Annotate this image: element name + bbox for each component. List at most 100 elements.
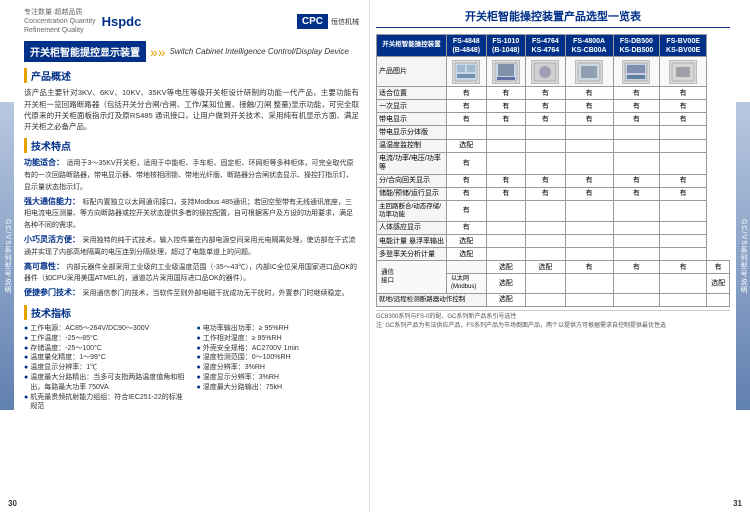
- row-human: 人体感应显示 有: [377, 221, 730, 234]
- header-model-4: FS-4800AKS-CB00A: [565, 35, 613, 57]
- val-en-4: [565, 235, 613, 248]
- specs-grid: ●工作电源：AC85～264V/DC90～300V ●工作温度：-25～85°C…: [24, 324, 359, 412]
- val-disp-6: 有: [660, 100, 707, 113]
- right-sidebar-text: GC/VS系列型号说明: [738, 219, 748, 294]
- feature-elec-split: 带电显示分体版: [377, 126, 447, 139]
- val-stor-1: 有: [447, 187, 487, 200]
- row-elec-split: 带电显示分体版: [377, 126, 730, 139]
- val-eth-3: [565, 274, 613, 294]
- footnote-area: GC8300系列与FS-0的配、GC系列新产品系引号选性 注: GC系列产品为有…: [376, 310, 730, 331]
- val-eth-1: 选配: [486, 274, 526, 294]
- val-mr-6: [660, 248, 707, 261]
- feature-ethernet: 以太网(Modbus): [447, 274, 487, 294]
- val-mc-3: [526, 201, 566, 222]
- feature-human: 人体感应显示: [377, 221, 447, 234]
- left-sidebar-text: GC/VS系列型号说明: [2, 219, 12, 294]
- val-disp-5: 有: [613, 100, 660, 113]
- spec-3: ●存储温度：-25～100°C: [24, 344, 187, 354]
- val-mc-5: [613, 201, 660, 222]
- page-number-left: 30: [8, 499, 17, 508]
- val-elec-4: 有: [565, 113, 613, 126]
- feature-elec-display: 带电显示: [377, 113, 447, 126]
- feature-humidity: 温湿度监控制: [377, 139, 447, 152]
- val-rem-4: [613, 293, 660, 306]
- feature-text-4: 内部元器件全部采用工业级的工业级温度范围（-35～43℃），内部IC全位采用国家…: [24, 264, 357, 283]
- brand-box: CPC: [297, 14, 328, 29]
- tech-features-heading: 技术特点: [24, 138, 359, 153]
- feature-energy: 电能计量 悬浮率输出: [377, 235, 447, 248]
- right-sidebar-decoration: GC/VS系列型号说明: [736, 102, 750, 409]
- row-power: 电流/功率/电压/功率等 有: [377, 152, 730, 174]
- header-model-5: FS-DB500KS-DB500: [613, 35, 660, 57]
- section-title-bar: 开关柜智能提控显示装置 »» Switch Cabinet Intelligen…: [24, 41, 359, 62]
- row-switch: 分/合向回关显示 有 有 有 有 有 有: [377, 174, 730, 187]
- val-split-5: [613, 126, 660, 139]
- val-rem-5: [660, 293, 707, 306]
- val-en-3: [526, 235, 566, 248]
- val-pow-1: 有: [447, 152, 487, 174]
- val-disp-1: 有: [447, 100, 487, 113]
- row-display: 一次显示 有 有 有 有 有 有: [377, 100, 730, 113]
- val-mr-2: [486, 248, 526, 261]
- val-eth-6: 选配: [707, 274, 730, 294]
- tech-feature-4: 高可靠性： 内部元器件全部采用工业级的工业级温度范围（-35～43℃），内部IC…: [24, 261, 359, 285]
- val-mr-4: [565, 248, 613, 261]
- val-en-1: 选配: [447, 235, 487, 248]
- val-hum-6: [660, 139, 707, 152]
- product-img-1: [447, 57, 487, 87]
- product-img-3: [526, 57, 566, 87]
- val-mc-1: 有: [447, 201, 487, 222]
- val-pow-4: [565, 152, 613, 174]
- page-number-right: 31: [733, 499, 742, 508]
- val-mc-6: [660, 201, 707, 222]
- val-split-4: [565, 126, 613, 139]
- product-overview-heading: 产品概述: [24, 68, 359, 83]
- val-rem-1: 选配: [486, 293, 526, 306]
- left-page: GC/VS系列型号说明 专注数量·超越品质 Concentration Quan…: [0, 0, 370, 512]
- val-h-5: [613, 221, 660, 234]
- spec-7: ●机壳最贵频抗射能力组组：符合IEC251-22的标准规范: [24, 393, 187, 413]
- feature-title-1: 功能适合：: [24, 158, 64, 167]
- row-storage: 储能/预储/运行显示 有 有 有 有 有 有: [377, 187, 730, 200]
- val-rs-4: 有: [613, 261, 660, 274]
- val-sw-6: 有: [660, 174, 707, 187]
- val-en-6: [660, 235, 707, 248]
- img-placeholder-4: [575, 60, 603, 84]
- row-main-circuit: 主回路断合/动态存储/功率功能 有: [377, 201, 730, 222]
- val-hum-3: [526, 139, 566, 152]
- val-split-1: [447, 126, 487, 139]
- tech-feature-2: 强大通信能力： 标配内置独立以太网通讯接口，支持Modbus 485通讯；若回空…: [24, 196, 359, 231]
- feature-display: 一次显示: [377, 100, 447, 113]
- tech-features-list: 功能适合： 适用于3～35KV开关柜，适用于中能柜、手车柜、固定柜、环网柜等多种…: [24, 157, 359, 299]
- val-sw-3: 有: [526, 174, 566, 187]
- spec-10: ●外壳安全规格：AC2700V 1min: [197, 344, 360, 354]
- brand-cn: 恒信机械: [331, 17, 359, 27]
- feature-text-1: 适用于3～35KV开关柜，适用于中能柜、手车柜、固定柜、环网柜等多种柜体，可完全…: [24, 160, 354, 191]
- spec-5: ●温度显示分辨率：1℃: [24, 363, 187, 373]
- header-logo-area: 专注数量·超越品质 Concentration Quantity Refinem…: [24, 8, 141, 35]
- spec-14: ●湿度最大分路输出：75kH: [197, 383, 360, 393]
- val-mr-5: [613, 248, 660, 261]
- val-mc-4: [565, 201, 613, 222]
- val-stor-6: 有: [660, 187, 707, 200]
- val-rs-1: 选配: [486, 261, 526, 274]
- tech-feature-1: 功能适合： 适用于3～35KV开关柜，适用于中能柜、手车柜、固定柜、环网柜等多种…: [24, 157, 359, 192]
- row-energy: 电能计量 悬浮率输出 选配: [377, 235, 730, 248]
- val-sw-5: 有: [613, 174, 660, 187]
- val-disp-4: 有: [565, 100, 613, 113]
- val-eth-2: [526, 274, 566, 294]
- brand-logo: Hspdc: [102, 14, 142, 29]
- val-eth-4: [613, 274, 660, 294]
- val-elec-2: 有: [486, 113, 526, 126]
- header-feature-col: 开关柜智能操控装置: [377, 35, 447, 57]
- left-header: 专注数量·超越品质 Concentration Quantity Refinem…: [24, 8, 359, 35]
- arrow-icon: »»: [150, 44, 166, 60]
- val-loc-6: 有: [660, 87, 707, 100]
- img-placeholder-1: [452, 60, 480, 84]
- row-elec-display: 带电显示 有 有 有 有 有 有: [377, 113, 730, 126]
- val-mr-1: 选配: [447, 248, 487, 261]
- product-table: 开关柜智能操控装置 FS-4848(B-4848) FS-1010(B-1048…: [376, 34, 730, 307]
- spec-9: ●工作相对湿度：≥ 95%RH: [197, 334, 360, 344]
- right-page: GC/VS系列型号说明 开关柜智能操控装置产品选型一览表 开关柜智能操控装置 F…: [370, 0, 750, 512]
- footnote-2: 注: GC系列产品为有法供应产品，FS系列产品为市场倒面产品，两个以提供方可根据…: [376, 322, 730, 331]
